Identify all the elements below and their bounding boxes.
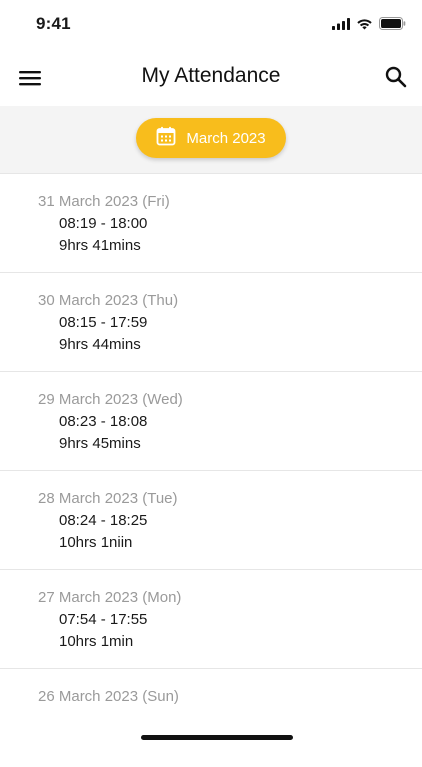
attendance-duration: 9hrs 41mins — [59, 237, 141, 254]
attendance-time-range: 08:24 - 18:25 — [59, 512, 148, 529]
status-bar: 9:41 — [0, 0, 422, 50]
month-picker-button[interactable]: March 2023 — [136, 118, 286, 158]
page-title: My Attendance — [141, 64, 281, 87]
app-bar: My Attendance — [0, 50, 422, 107]
attendance-duration: 10hrs 1niin — [59, 534, 133, 551]
attendance-list-item[interactable]: 28 March 2023 (Tue) 08:24 - 18:25 10hrs … — [0, 471, 422, 570]
attendance-duration: 10hrs 1min — [59, 633, 134, 650]
home-indicator — [141, 735, 293, 740]
attendance-list-item[interactable]: 29 March 2023 (Wed) 08:23 - 18:08 9hrs 4… — [0, 372, 422, 471]
status-time: 9:41 — [36, 14, 71, 33]
attendance-list-item[interactable]: 31 March 2023 (Fri) 08:19 - 18:00 9hrs 4… — [0, 174, 422, 273]
calendar-icon — [156, 126, 176, 150]
attendance-time-range: 07:54 - 17:55 — [59, 611, 148, 628]
attendance-list-item[interactable]: 30 March 2023 (Thu) 08:15 - 17:59 9hrs 4… — [0, 273, 422, 372]
wifi-icon — [356, 17, 373, 35]
attendance-date: 28 March 2023 (Tue) — [38, 490, 178, 507]
attendance-list: 31 March 2023 (Fri) 08:19 - 18:00 9hrs 4… — [0, 174, 422, 767]
attendance-time-range: 08:19 - 18:00 — [59, 215, 148, 232]
attendance-date: 30 March 2023 (Thu) — [38, 292, 179, 309]
attendance-duration: 9hrs 45mins — [59, 435, 141, 452]
month-selector-bar: March 2023 — [0, 106, 422, 174]
attendance-date: 26 March 2023 (Sun) — [38, 688, 179, 705]
search-button[interactable] — [384, 65, 408, 89]
attendance-list-item[interactable]: 27 March 2023 (Mon) 07:54 - 17:55 10hrs … — [0, 570, 422, 669]
attendance-date: 27 March 2023 (Mon) — [38, 589, 182, 606]
status-icons — [332, 17, 406, 35]
attendance-time-range: 08:23 - 18:08 — [59, 413, 148, 430]
battery-icon — [379, 17, 406, 35]
attendance-time-range: 08:15 - 17:59 — [59, 314, 148, 331]
attendance-duration: 9hrs 44mins — [59, 336, 141, 353]
cellular-signal-icon — [332, 17, 350, 35]
attendance-date: 31 March 2023 (Fri) — [38, 193, 170, 210]
attendance-date: 29 March 2023 (Wed) — [38, 391, 183, 408]
search-icon — [384, 66, 408, 93]
month-label: March 2023 — [186, 129, 266, 147]
attendance-list-item[interactable]: 26 March 2023 (Sun) — [0, 669, 422, 767]
